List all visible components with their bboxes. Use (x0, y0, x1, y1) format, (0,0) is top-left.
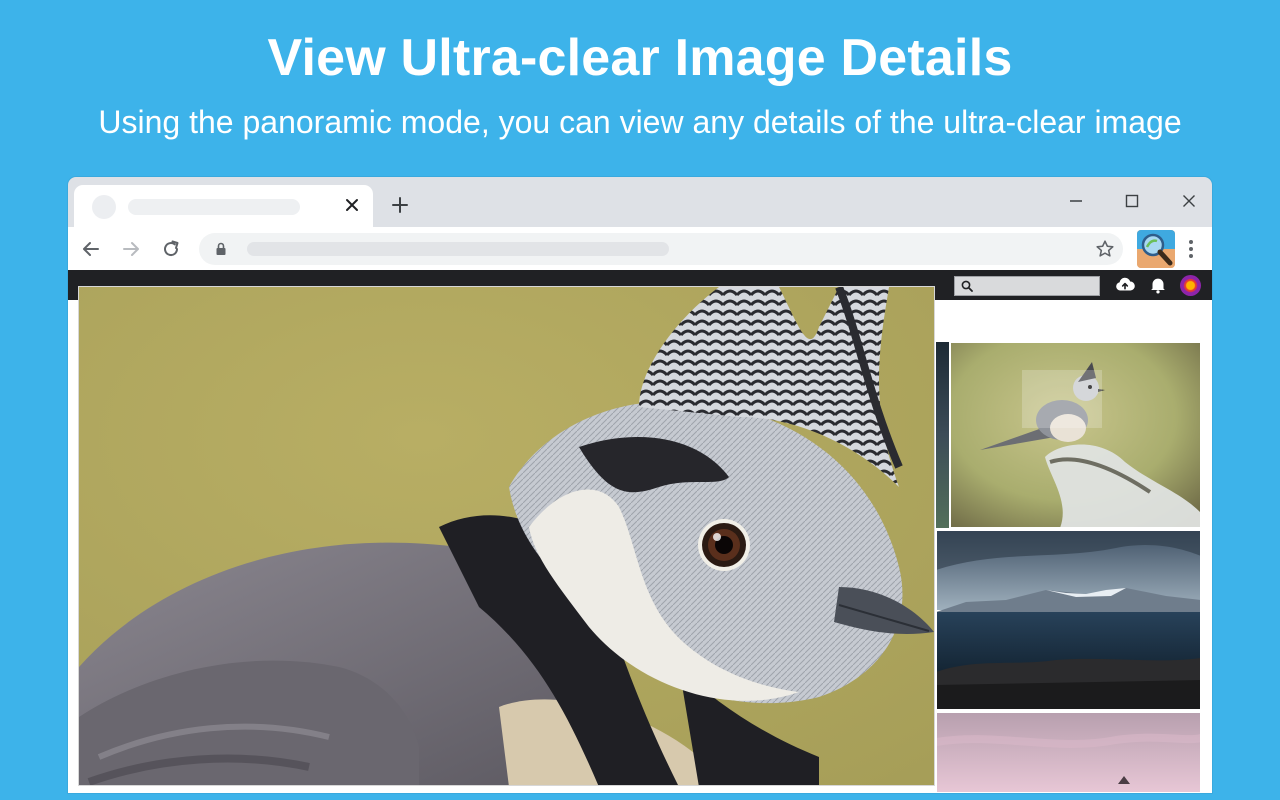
panoramic-viewer[interactable] (78, 286, 935, 786)
arrow-left-icon[interactable] (79, 237, 103, 261)
zoomed-bird-image (79, 287, 934, 785)
arrow-right-icon[interactable] (119, 237, 143, 261)
close-icon[interactable] (340, 193, 364, 217)
url-placeholder (247, 242, 669, 256)
reload-icon[interactable] (159, 237, 183, 261)
maximize-icon[interactable] (1120, 189, 1144, 213)
lock-icon (213, 241, 229, 257)
thumbnail-frame (950, 342, 1201, 528)
search-input[interactable] (954, 276, 1100, 296)
plus-icon[interactable] (388, 193, 412, 217)
tab-favicon (92, 195, 116, 219)
kebab-menu-icon[interactable] (1182, 236, 1200, 262)
address-bar[interactable] (199, 233, 1123, 265)
star-icon[interactable] (1094, 238, 1116, 260)
thumbnail-lake[interactable] (936, 530, 1201, 710)
search-icon (961, 280, 973, 292)
thumbnail-bird[interactable] (950, 342, 1201, 528)
browser-window (68, 177, 1212, 793)
thumbnail-frame (936, 530, 1201, 710)
window-close-icon[interactable] (1177, 189, 1201, 213)
magnifier-icon[interactable] (1137, 230, 1175, 268)
minimize-icon[interactable] (1064, 189, 1088, 213)
promo-headline: View Ultra-clear Image Details (267, 29, 1013, 87)
thumbnail-pink-sky[interactable] (936, 712, 1201, 793)
thumbnail-frame (936, 712, 1201, 793)
promo-subheadline: Using the panoramic mode, you can view a… (98, 104, 1182, 140)
tab-title-placeholder (128, 199, 300, 215)
cloud-upload-icon[interactable] (1114, 274, 1136, 296)
bell-icon[interactable] (1147, 274, 1169, 296)
tab-bar (68, 177, 1212, 227)
browser-toolbar (68, 227, 1212, 270)
thumbnail-partial[interactable] (936, 342, 949, 528)
browser-tab[interactable] (74, 185, 373, 227)
avatar[interactable] (1180, 275, 1201, 296)
